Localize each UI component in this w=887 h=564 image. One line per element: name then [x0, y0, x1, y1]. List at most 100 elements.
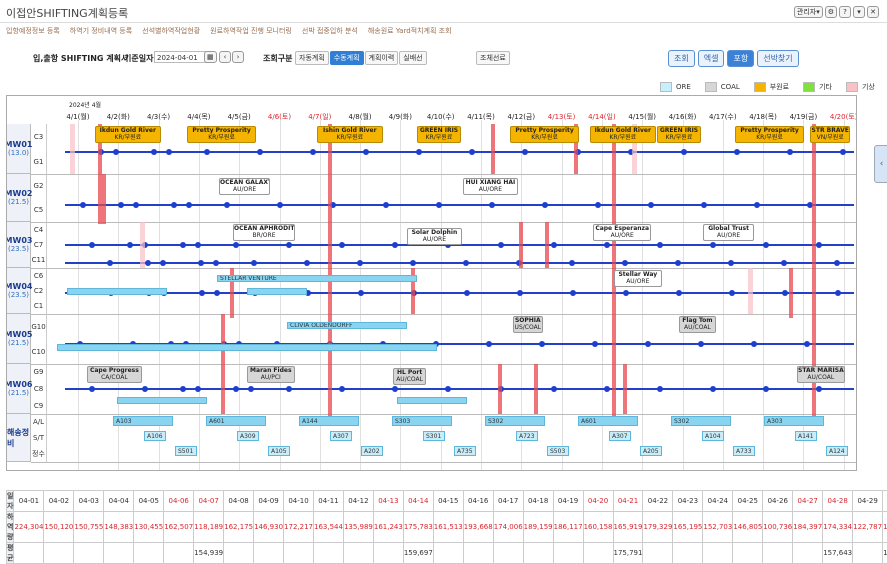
maintenance-block[interactable]: A202	[361, 446, 383, 456]
shift-point[interactable]	[248, 386, 254, 392]
cargo-tape[interactable]	[67, 288, 167, 295]
maintenance-block[interactable]: A309	[237, 431, 259, 441]
view-option-manual[interactable]: 수동계획	[329, 51, 364, 65]
maintenance-block[interactable]: A723	[516, 431, 538, 441]
shift-point[interactable]	[214, 290, 220, 296]
shift-point[interactable]	[89, 242, 95, 248]
shift-point[interactable]	[751, 341, 757, 347]
shift-point[interactable]	[358, 290, 364, 296]
shift-point[interactable]	[195, 386, 201, 392]
shift-point[interactable]	[648, 202, 654, 208]
shift-point[interactable]	[127, 242, 133, 248]
settings-icon[interactable]: ⚙	[824, 6, 837, 18]
shift-point[interactable]	[233, 386, 239, 392]
cargo-tape[interactable]	[397, 397, 467, 404]
shift-point[interactable]	[142, 386, 148, 392]
ship-block[interactable]: Cape Progress CA/COAL	[87, 366, 142, 383]
maintenance-block[interactable]: A205	[640, 446, 662, 456]
shift-point[interactable]	[551, 386, 557, 392]
shift-point[interactable]	[569, 260, 575, 266]
shift-point[interactable]	[118, 202, 124, 208]
shift-point[interactable]	[166, 149, 172, 155]
menu-item[interactable]: 선박 접중입하 분석	[302, 26, 358, 36]
shift-point[interactable]	[710, 386, 716, 392]
minimize-icon[interactable]: ▾	[853, 6, 865, 18]
maintenance-block[interactable]: A124	[826, 446, 848, 456]
shift-point[interactable]	[787, 149, 793, 155]
view-option-history[interactable]: 계획이력	[364, 51, 399, 65]
maintenance-block[interactable]: A103	[113, 416, 173, 426]
shift-point[interactable]	[763, 386, 769, 392]
maintenance-block[interactable]: A104	[702, 431, 724, 441]
maintenance-block[interactable]: A105	[268, 446, 290, 456]
menu-item[interactable]: 원료하역작업 진행 모니터링	[210, 26, 292, 36]
maintenance-block[interactable]: S303	[392, 416, 452, 426]
shift-point[interactable]	[804, 341, 810, 347]
shift-point[interactable]	[754, 202, 760, 208]
shift-point[interactable]	[604, 386, 610, 392]
shift-point[interactable]	[517, 290, 523, 296]
shift-point[interactable]	[729, 290, 735, 296]
shift-point[interactable]	[645, 341, 651, 347]
shift-point[interactable]	[681, 149, 687, 155]
ship-block[interactable]: Pretty Prosperity KR/부원료	[187, 126, 257, 143]
maintenance-block[interactable]: A307	[609, 431, 631, 441]
shift-point[interactable]	[551, 242, 557, 248]
shift-point[interactable]	[180, 242, 186, 248]
shift-point[interactable]	[436, 202, 442, 208]
shift-point[interactable]	[339, 386, 345, 392]
view-option-auto[interactable]: 자동계획	[295, 51, 329, 65]
maintenance-block[interactable]: A141	[795, 431, 817, 441]
cargo-tape[interactable]: STELLAR VENTURE	[217, 275, 417, 282]
ship-block[interactable]: Cape Esperanza AU/ORE	[593, 224, 652, 241]
shift-point[interactable]	[489, 202, 495, 208]
ship-block[interactable]: Pretty Prosperity KR/부원료	[510, 126, 580, 143]
shift-point[interactable]	[701, 202, 707, 208]
shift-point[interactable]	[171, 202, 177, 208]
shift-point[interactable]	[107, 260, 113, 266]
shift-point[interactable]	[710, 242, 716, 248]
shift-point[interactable]	[657, 386, 663, 392]
shift-point[interactable]	[392, 386, 398, 392]
shift-point[interactable]	[486, 341, 492, 347]
pohang-button[interactable]: 포항	[727, 50, 755, 67]
shift-point[interactable]	[834, 260, 840, 266]
ship-block[interactable]: Pretty Prosperity KR/부원료	[735, 126, 805, 143]
search-button[interactable]: 조회	[668, 50, 695, 67]
ship-block[interactable]: GREEN IRIS KR/부원료	[657, 126, 701, 143]
ship-block[interactable]: Solar Dolphin AU/ORE	[407, 228, 462, 245]
ship-block[interactable]: GREEN IRIS KR/부원료	[417, 126, 461, 143]
shift-point[interactable]	[198, 260, 204, 266]
ship-block[interactable]: SOPHIA US/COAL	[513, 316, 543, 333]
shift-point[interactable]	[80, 202, 86, 208]
ship-block[interactable]: STAR MARISA AU/COAL	[797, 366, 845, 383]
shift-point[interactable]	[363, 149, 369, 155]
shift-point[interactable]	[160, 260, 166, 266]
ship-block[interactable]: Maran Fides AU/PCI	[247, 366, 295, 383]
shift-point[interactable]	[180, 386, 186, 392]
shift-point[interactable]	[498, 242, 504, 248]
ship-block[interactable]: Stellar Way AU/ORE	[614, 270, 662, 287]
excel-button[interactable]: 엑셀	[697, 50, 725, 67]
shift-point[interactable]	[257, 149, 263, 155]
shift-point[interactable]	[233, 242, 239, 248]
shift-point[interactable]	[339, 242, 345, 248]
shift-point[interactable]	[416, 149, 422, 155]
shift-point[interactable]	[622, 260, 628, 266]
maintenance-block[interactable]: A144	[299, 416, 359, 426]
shift-point[interactable]	[310, 149, 316, 155]
shift-point[interactable]	[763, 242, 769, 248]
maintenance-block[interactable]: A307	[330, 431, 352, 441]
shift-point[interactable]	[604, 242, 610, 248]
shift-point[interactable]	[186, 202, 192, 208]
maintenance-block[interactable]: S503	[547, 446, 569, 456]
shift-point[interactable]	[195, 242, 201, 248]
shift-point[interactable]	[522, 149, 528, 155]
maintenance-block[interactable]: A601	[206, 416, 266, 426]
shift-point[interactable]	[676, 290, 682, 296]
plan-select-button[interactable]: 조체선료	[476, 51, 510, 65]
ship-block[interactable]: Flag Tom AU/COAL	[679, 316, 716, 333]
shift-point[interactable]	[199, 290, 205, 296]
shift-point[interactable]	[728, 260, 734, 266]
shift-point[interactable]	[623, 290, 629, 296]
